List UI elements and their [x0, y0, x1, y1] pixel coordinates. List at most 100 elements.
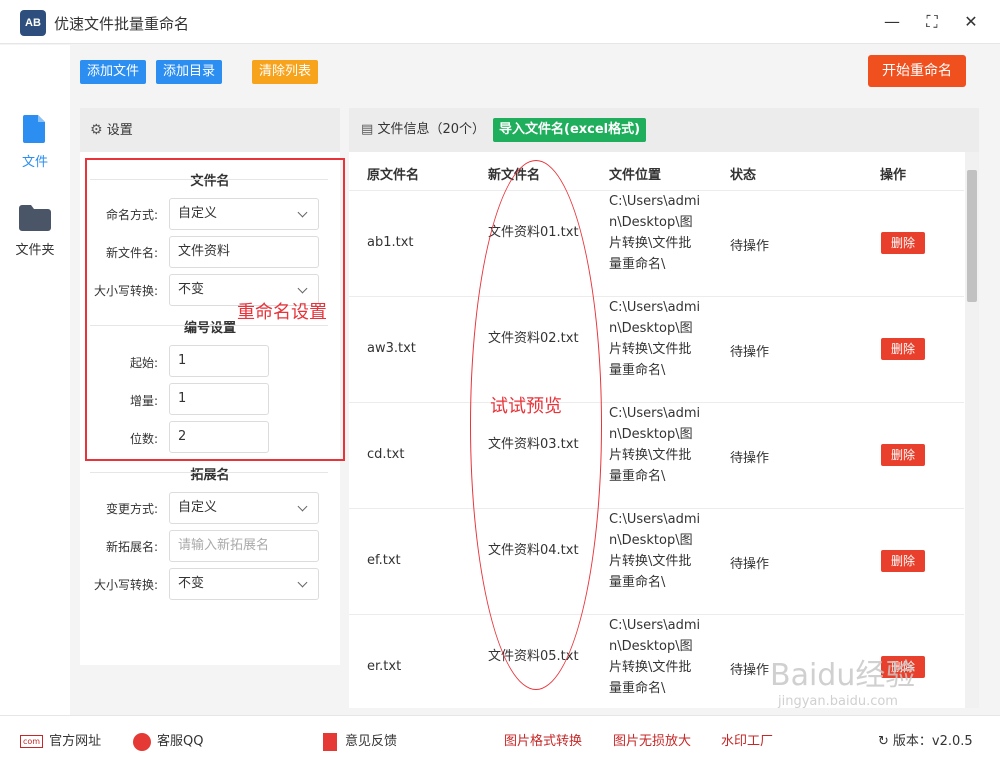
divider: [90, 325, 328, 326]
delete-button[interactable]: 删除: [881, 338, 925, 360]
original-filename: cd.txt: [367, 447, 405, 462]
status: 待操作: [730, 345, 770, 360]
file-icon: [23, 115, 45, 143]
settings-header: ⚙ 设置: [80, 108, 340, 152]
file-location: C:\Users\admin\Desktop\图片转换\文件批量重命名\: [609, 194, 701, 272]
new-filename: 文件资料05.txt: [488, 649, 579, 664]
naming-mode-select[interactable]: 自定义: [169, 198, 319, 230]
import-filenames-button[interactable]: 导入文件名(excel格式): [493, 118, 647, 142]
watermark-tool-link[interactable]: 水印工厂: [721, 730, 773, 749]
status: 待操作: [730, 239, 770, 254]
gear-icon: ⚙: [90, 122, 103, 138]
add-directory-button[interactable]: 添加目录: [156, 60, 223, 84]
scrollbar[interactable]: [965, 152, 979, 708]
file-location: C:\Users\admin\Desktop\图片转换\文件批量重命名\: [609, 618, 701, 696]
sidebar-item-folder[interactable]: 文件夹: [0, 205, 70, 258]
column-header: 文件位置: [609, 168, 662, 183]
step-input[interactable]: 1: [169, 383, 269, 415]
original-filename: er.txt: [367, 659, 402, 674]
annotation-rename-settings: 重命名设置: [237, 302, 327, 323]
baidu-watermark: Baidu经验 jingyan.baidu.com: [770, 650, 915, 709]
folder-icon: [19, 205, 51, 231]
new-filename: 文件资料02.txt: [488, 331, 579, 346]
version-info: ↻ 版本：v2.0.5: [878, 730, 973, 749]
case-label: 大小写转换:: [93, 284, 158, 298]
delete-button[interactable]: 删除: [881, 550, 925, 572]
table-row: aw3.txt 文件资料02.txt C:\Users\admin\Deskto…: [349, 296, 964, 402]
close-button[interactable]: ✕: [959, 10, 983, 34]
image-enlarge-link[interactable]: 图片无损放大: [613, 730, 691, 749]
scrollbar-thumb[interactable]: [967, 170, 977, 302]
digits-input[interactable]: 2: [169, 421, 269, 453]
support-icon: [133, 732, 151, 751]
clear-list-button[interactable]: 清除列表: [252, 60, 319, 84]
settings-panel: ⚙ 设置 文件名 命名方式: 自定义 新文件名: 文件资料 大小写转换: 不变 …: [80, 108, 340, 665]
sidebar-item-folder-label: 文件夹: [15, 243, 55, 258]
ext-case-select[interactable]: 不变: [169, 568, 319, 600]
image-convert-link[interactable]: 图片格式转换: [504, 730, 582, 749]
website-link[interactable]: com 官方网址: [20, 730, 101, 749]
file-location: C:\Users\admin\Desktop\图片转换\文件批量重命名\: [609, 300, 701, 378]
website-icon: com: [20, 735, 44, 748]
support-link[interactable]: 客服QQ: [133, 730, 203, 751]
original-filename: aw3.txt: [367, 341, 416, 356]
table-row: ef.txt 文件资料04.txt C:\Users\admin\Desktop…: [349, 508, 964, 614]
step-label: 增量:: [129, 394, 158, 408]
table-row: ab1.txt 文件资料01.txt C:\Users\admin\Deskto…: [349, 190, 964, 296]
file-location: C:\Users\admin\Desktop\图片转换\文件批量重命名\: [609, 512, 701, 590]
new-filename: 文件资料01.txt: [488, 225, 579, 240]
new-name-label: 新文件名:: [105, 246, 158, 260]
new-name-input[interactable]: 文件资料: [169, 236, 319, 268]
maximize-button[interactable]: ⛶: [920, 10, 944, 34]
divider: [90, 179, 328, 180]
file-info-icon: ▤: [361, 122, 374, 137]
ext-case-label: 大小写转换:: [93, 578, 158, 592]
status: 待操作: [730, 557, 770, 572]
original-filename: ab1.txt: [367, 235, 414, 250]
table-row: cd.txt 文件资料03.txt C:\Users\admin\Desktop…: [349, 402, 964, 508]
sidebar-item-file-label: 文件: [21, 155, 48, 170]
website-label: 官方网址: [49, 734, 102, 749]
file-panel-header: ▤ 文件信息（20个） 导入文件名(excel格式): [349, 108, 979, 152]
watermark-main: Baidu经验: [770, 658, 916, 693]
annotation-preview: 试试预览: [490, 396, 562, 417]
start-label: 起始:: [129, 356, 158, 370]
original-filename: ef.txt: [367, 553, 401, 568]
version-label: 版本：v2.0.5: [892, 734, 973, 749]
start-rename-button[interactable]: 开始重命名: [868, 55, 966, 87]
ext-mode-label: 变更方式:: [105, 502, 158, 516]
new-ext-input[interactable]: 请输入新拓展名: [169, 530, 319, 562]
column-header: 原文件名: [367, 168, 420, 183]
app-logo: AB: [20, 10, 46, 36]
delete-button[interactable]: 删除: [881, 232, 925, 254]
title-bar: AB 优速文件批量重命名 — ⛶ ✕: [0, 0, 1000, 44]
file-panel-title: 文件信息（20个）: [377, 122, 485, 137]
status: 待操作: [730, 451, 770, 466]
extension-section-title: 拓展名: [190, 468, 230, 483]
footer: com 官方网址 客服QQ 意见反馈 图片格式转换 图片无损放大 水印工厂 ↻ 版本…: [0, 715, 1000, 760]
ext-mode-select[interactable]: 自定义: [169, 492, 319, 524]
delete-button[interactable]: 删除: [881, 444, 925, 466]
feedback-link[interactable]: 意见反馈: [323, 730, 397, 751]
file-panel: ▤ 文件信息（20个） 导入文件名(excel格式) 原文件名 新文件名 文件位…: [349, 108, 979, 708]
pdf-icon: [323, 732, 337, 751]
sidebar-item-file[interactable]: 文件: [0, 115, 70, 170]
refresh-icon: ↻: [878, 734, 889, 749]
feedback-label: 意见反馈: [345, 734, 398, 749]
column-header: 新文件名: [488, 168, 541, 183]
start-input[interactable]: 1: [169, 345, 269, 377]
support-label: 客服QQ: [157, 734, 204, 749]
settings-title: 设置: [106, 123, 133, 138]
new-filename: 文件资料04.txt: [488, 543, 579, 558]
minimize-button[interactable]: —: [880, 10, 904, 34]
new-filename: 文件资料03.txt: [488, 437, 579, 452]
digits-label: 位数:: [129, 432, 158, 446]
column-header: 状态: [730, 168, 757, 183]
watermark-sub: jingyan.baidu.com: [778, 694, 898, 709]
column-header: 操作: [880, 168, 907, 183]
app-title: 优速文件批量重命名: [54, 15, 190, 33]
sidebar: 文件 文件夹: [0, 45, 70, 715]
divider: [90, 472, 328, 473]
add-file-button[interactable]: 添加文件: [80, 60, 147, 84]
file-location: C:\Users\admin\Desktop\图片转换\文件批量重命名\: [609, 406, 701, 484]
